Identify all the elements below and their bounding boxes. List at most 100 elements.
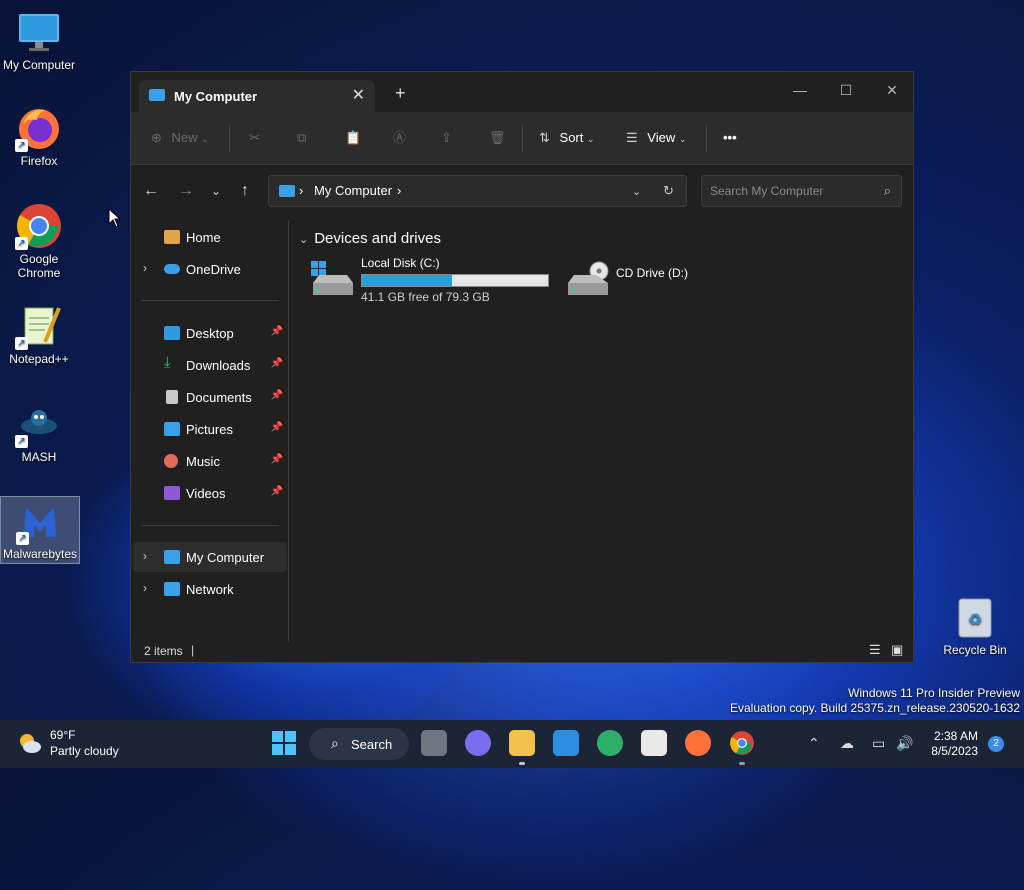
tiles-view-icon[interactable]: ▣: [891, 642, 903, 658]
show-hidden-icons-chevron-icon[interactable]: ⌃: [808, 735, 820, 752]
pin-icon[interactable]: 📌: [271, 454, 283, 465]
sidebar-item-videos[interactable]: Videos 📌: [133, 478, 287, 508]
details-view-icon[interactable]: ☰: [869, 642, 881, 658]
store-icon[interactable]: [641, 730, 667, 756]
shortcut-arrow-icon: ↗: [15, 139, 28, 152]
pin-icon[interactable]: 📌: [271, 390, 283, 401]
view-button[interactable]: ☰ View ⌄: [626, 127, 686, 149]
document-icon: [166, 390, 178, 404]
sidebar-item-my-computer[interactable]: › My Computer: [133, 542, 287, 572]
copy-icon[interactable]: ⧉: [297, 127, 306, 149]
delete-icon[interactable]: 🗑: [489, 127, 506, 149]
desktop-icon-malwarebytes[interactable]: ↗ Malwarebytes: [0, 496, 80, 564]
onedrive-status-icon[interactable]: ☁: [840, 735, 854, 752]
address-row: ← → ⌄ ↑ › My Computer › ⌄ ↻ Search My Co…: [131, 165, 913, 219]
edge-icon[interactable]: [597, 730, 623, 756]
divider: [706, 124, 707, 152]
sidebar-item-desktop[interactable]: Desktop 📌: [133, 318, 287, 348]
pin-icon[interactable]: 📌: [271, 358, 283, 369]
clock[interactable]: 2:38 AM 8/5/2023: [925, 729, 978, 759]
desktop-icon-label: Malwarebytes: [2, 547, 78, 561]
sidebar-item-music[interactable]: Music 📌: [133, 446, 287, 476]
notepad-plus-plus-icon: ↗: [15, 302, 63, 350]
drive-local-disk-c[interactable]: Local Disk (C:) 41.1 GB free of 79.3 GB: [311, 256, 561, 306]
chrome-taskbar-icon[interactable]: [729, 730, 755, 756]
minimize-button[interactable]: —: [777, 76, 823, 104]
pane-divider[interactable]: [288, 220, 289, 642]
new-tab-button[interactable]: +: [395, 83, 406, 104]
taskbar-search-button[interactable]: ⌕ Search: [309, 728, 409, 760]
sidebar-item-documents[interactable]: Documents 📌: [133, 382, 287, 412]
mail-icon[interactable]: [553, 730, 579, 756]
sidebar-item-network[interactable]: › Network: [133, 574, 287, 604]
sidebar-item-onedrive[interactable]: › OneDrive: [133, 254, 287, 284]
back-arrow-icon[interactable]: ←: [141, 181, 161, 201]
taskbar: 69°F Partly cloudy ⌕ Search ⌃ ☁ ▭ 🔊 2:38…: [0, 720, 1024, 768]
start-button[interactable]: [271, 730, 297, 756]
weather-temp: 69°F: [50, 728, 76, 742]
music-icon: [164, 454, 178, 468]
group-header-devices[interactable]: ⌄ Devices and drives: [299, 230, 441, 247]
breadcrumb-separator-icon[interactable]: ›: [299, 183, 303, 198]
chevron-down-icon: ⌄: [201, 134, 209, 144]
drive-free-space: 41.1 GB free of 79.3 GB: [361, 290, 490, 304]
pin-icon[interactable]: 📌: [271, 422, 283, 433]
share-icon[interactable]: ⇪: [441, 127, 452, 149]
running-indicator: [739, 762, 745, 765]
sort-button[interactable]: ⇅ Sort ⌄: [539, 127, 595, 149]
notification-badge[interactable]: 2: [988, 736, 1004, 752]
mouse-cursor-icon: [108, 207, 122, 233]
network-icon[interactable]: ▭: [872, 735, 885, 752]
sidebar-item-pictures[interactable]: Pictures 📌: [133, 414, 287, 444]
firefox-icon: ↗: [15, 104, 63, 152]
sidebar-item-downloads[interactable]: ⤓ Downloads 📌: [133, 350, 287, 380]
drive-cd-d[interactable]: CD Drive (D:): [566, 256, 766, 306]
paste-icon[interactable]: 📋: [345, 127, 361, 149]
address-bar[interactable]: › My Computer › ⌄ ↻: [268, 175, 687, 207]
desktop-icon-recycle-bin[interactable]: ♻ Recycle Bin: [940, 595, 1010, 657]
pin-icon[interactable]: 📌: [271, 486, 283, 497]
drive-name: CD Drive (D:): [616, 266, 688, 280]
address-dropdown-icon[interactable]: ⌄: [632, 185, 641, 198]
desktop-icon-mash[interactable]: ↗ MASH: [0, 400, 78, 464]
more-options-button[interactable]: •••: [723, 127, 737, 149]
desktop-icon-my-computer[interactable]: My Computer: [0, 8, 78, 72]
file-explorer-icon[interactable]: [509, 730, 535, 756]
desktop-icon-notepad-plus-plus[interactable]: ↗ Notepad++: [0, 302, 78, 366]
expand-chevron-icon[interactable]: ›: [143, 549, 147, 563]
monitor-icon: [279, 185, 295, 197]
search-box[interactable]: Search My Computer ⌕: [701, 175, 902, 207]
new-label: New: [171, 130, 198, 145]
expand-chevron-icon[interactable]: ›: [143, 581, 147, 595]
cut-icon[interactable]: ✂: [249, 127, 260, 149]
firefox-taskbar-icon[interactable]: [685, 730, 711, 756]
recycle-bin-icon: ♻: [955, 595, 995, 639]
close-window-button[interactable]: ✕: [869, 76, 915, 104]
group-header-label: Devices and drives: [314, 230, 441, 247]
breadcrumb-separator-icon[interactable]: ›: [397, 183, 401, 198]
sidebar-item-label: Desktop: [186, 326, 234, 341]
task-view-icon[interactable]: [421, 730, 447, 756]
file-explorer-window: My Computer ✕ + — ☐ ✕ ⊕ New ⌄ ✂ ⧉ 📋 Ⓐ ⇪ …: [130, 71, 914, 663]
desktop-icon-firefox[interactable]: ↗ Firefox: [0, 104, 78, 168]
up-arrow-icon[interactable]: ↑: [235, 181, 255, 201]
tab-my-computer[interactable]: My Computer ✕: [139, 80, 375, 112]
breadcrumb-my-computer[interactable]: My Computer: [314, 183, 392, 198]
new-button[interactable]: ⊕ New ⌄: [151, 127, 209, 149]
rename-icon[interactable]: Ⓐ: [393, 127, 406, 149]
sidebar-item-home[interactable]: Home: [133, 222, 287, 252]
teams-chat-icon[interactable]: [465, 730, 491, 756]
desktop-icon-google-chrome[interactable]: ↗ Google Chrome: [0, 202, 78, 280]
maximize-button[interactable]: ☐: [823, 76, 869, 104]
divider: [522, 124, 523, 152]
divider: [229, 124, 230, 152]
refresh-icon[interactable]: ↻: [663, 183, 674, 199]
pin-icon[interactable]: 📌: [271, 326, 283, 337]
close-tab-icon[interactable]: ✕: [352, 85, 365, 105]
forward-arrow-icon[interactable]: →: [176, 181, 196, 201]
recent-locations-chevron-icon[interactable]: ⌄: [206, 181, 226, 201]
volume-icon[interactable]: 🔊: [896, 735, 913, 752]
mash-icon: ↗: [15, 400, 63, 448]
expand-chevron-icon[interactable]: ›: [143, 261, 147, 275]
network-icon: [164, 582, 180, 596]
